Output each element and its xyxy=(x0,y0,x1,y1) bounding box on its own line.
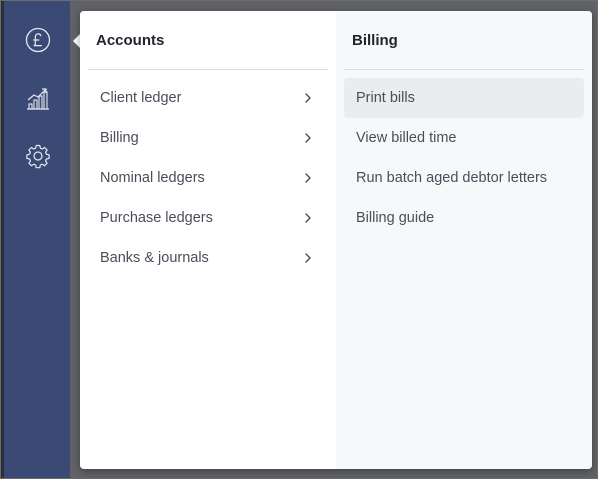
menu-item-view-billed-time[interactable]: View billed time xyxy=(344,118,584,158)
accounts-menu: Accounts Client ledger Billing Nominal l… xyxy=(80,11,336,469)
menu-item-label: Banks & journals xyxy=(100,250,209,266)
menu-item-print-bills[interactable]: Print bills xyxy=(344,78,584,118)
billing-divider xyxy=(344,69,584,70)
menu-item-banks-journals[interactable]: Banks & journals xyxy=(88,238,328,278)
menu-item-label: Run batch aged debtor letters xyxy=(356,170,548,186)
menu-item-billing[interactable]: Billing xyxy=(88,118,328,158)
menu-item-nominal-ledgers[interactable]: Nominal ledgers xyxy=(88,158,328,198)
menu-item-label: View billed time xyxy=(356,130,457,146)
chevron-right-icon xyxy=(305,173,311,183)
billing-menu-list: Print bills View billed time Run batch a… xyxy=(344,78,584,238)
settings-gear-icon[interactable] xyxy=(24,142,52,170)
menu-item-label: Client ledger xyxy=(100,90,182,106)
side-navigation-rail xyxy=(4,1,70,478)
growth-chart-icon[interactable] xyxy=(24,85,52,113)
accounts-menu-list: Client ledger Billing Nominal ledgers Pu… xyxy=(88,78,328,278)
billing-heading: Billing xyxy=(352,32,398,49)
menu-item-label: Print bills xyxy=(356,90,415,106)
menu-item-run-batch-aged-debtor-letters[interactable]: Run batch aged debtor letters xyxy=(344,158,584,198)
chevron-right-icon xyxy=(305,133,311,143)
menu-item-client-ledger[interactable]: Client ledger xyxy=(88,78,328,118)
menu-item-billing-guide[interactable]: Billing guide xyxy=(344,198,584,238)
navigation-flyout: Accounts Client ledger Billing Nominal l… xyxy=(80,11,592,469)
pound-currency-icon[interactable] xyxy=(24,26,52,54)
billing-submenu: Billing Print bills View billed time Run… xyxy=(336,11,592,469)
menu-item-label: Nominal ledgers xyxy=(100,170,205,186)
chevron-right-icon xyxy=(305,93,311,103)
menu-item-label: Billing xyxy=(100,130,139,146)
menu-item-purchase-ledgers[interactable]: Purchase ledgers xyxy=(88,198,328,238)
app-window: Accounts Client ledger Billing Nominal l… xyxy=(0,0,598,479)
accounts-heading: Accounts xyxy=(96,32,165,49)
menu-item-label: Billing guide xyxy=(356,210,435,226)
accounts-divider xyxy=(88,69,328,70)
menu-item-label: Purchase ledgers xyxy=(100,210,213,226)
chevron-right-icon xyxy=(305,253,311,263)
chevron-right-icon xyxy=(305,213,311,223)
